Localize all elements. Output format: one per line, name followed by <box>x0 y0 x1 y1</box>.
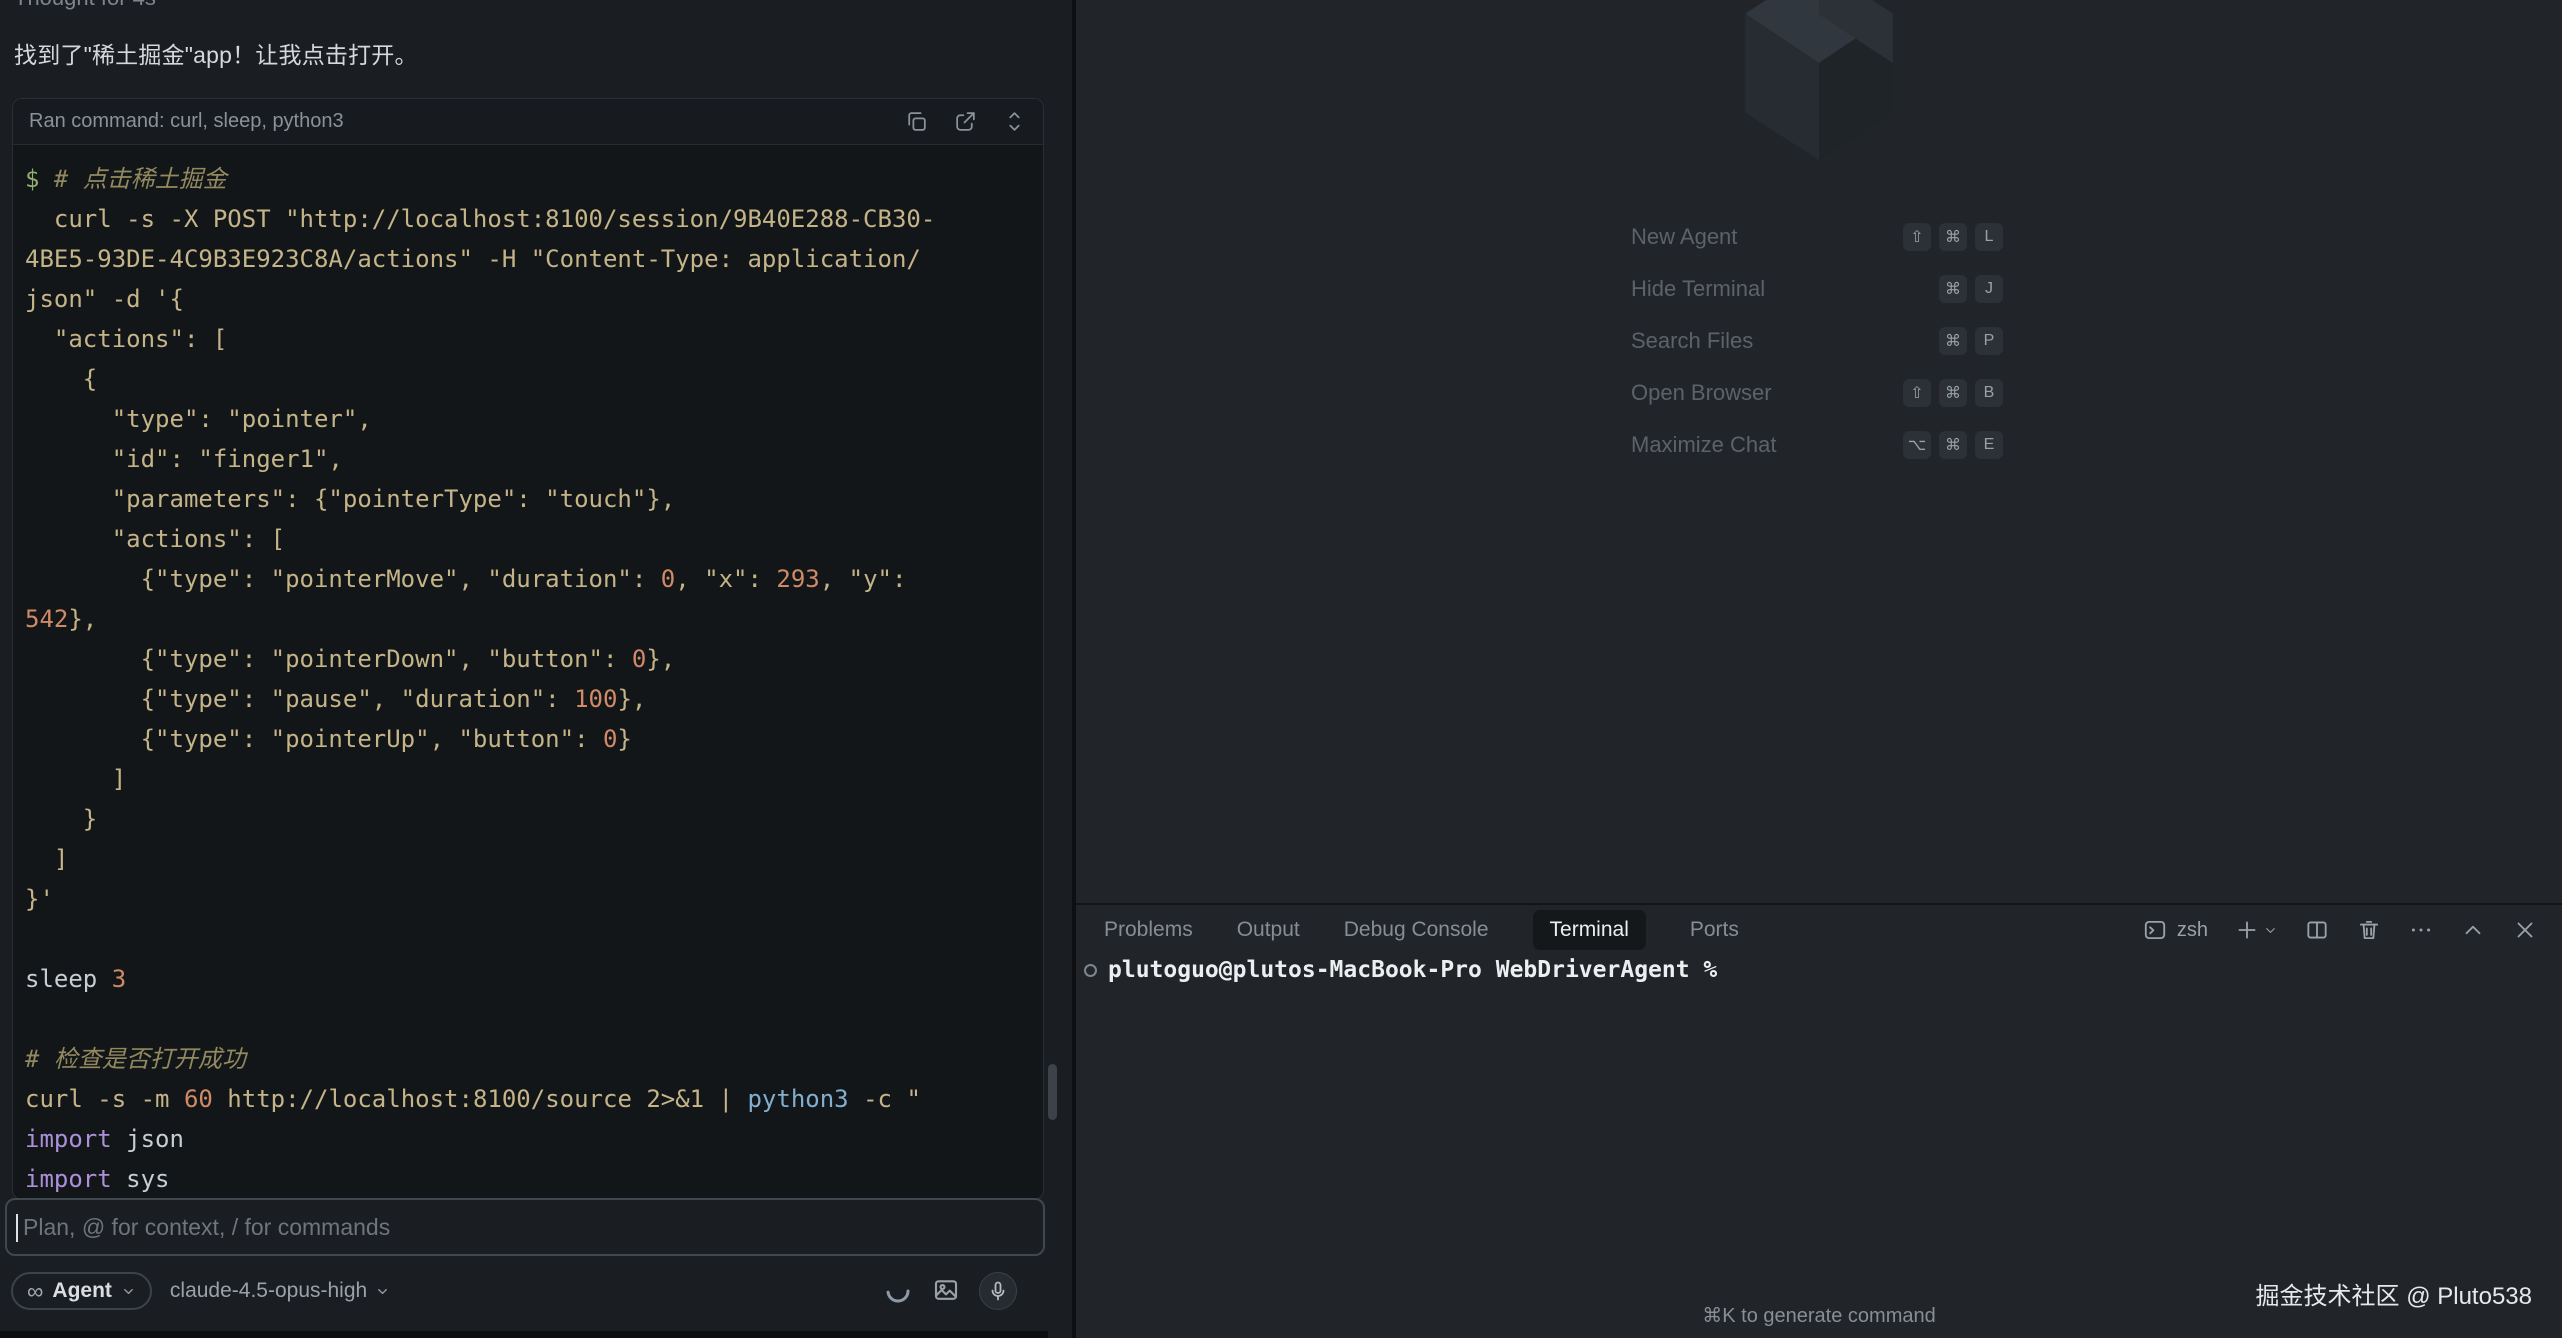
new-terminal-button[interactable] <box>2234 917 2278 943</box>
chat-panel: Thought for 4s 找到了"稀土掘金"app！让我点击打开。 Ran … <box>0 0 1072 1338</box>
terminal-tab-output[interactable]: Output <box>1237 910 1300 950</box>
keycap: ⌘ <box>1939 223 1967 251</box>
terminal-tabbar: Problems Output Debug Console Terminal Ports… <box>1076 905 2562 955</box>
command-code: $ # 点击稀土掘金 curl -s -X POST "http://local… <box>13 145 1043 1199</box>
prompt-status-icon <box>1084 964 1097 977</box>
terminal-icon <box>2142 917 2168 943</box>
chat-scrollbar-thumb[interactable] <box>1048 1064 1057 1120</box>
trash-icon[interactable] <box>2356 917 2382 943</box>
shortcut-new-agent[interactable]: New Agent ⇧ ⌘ L <box>1631 211 2003 263</box>
chevron-down-icon <box>121 1284 136 1299</box>
chat-input-placeholder: Plan, @ for context, / for commands <box>23 1214 390 1241</box>
attach-image-button[interactable] <box>931 1275 961 1308</box>
shortcuts-list: New Agent ⇧ ⌘ L Hide Terminal ⌘ J Search Files ⌘… <box>1631 211 2003 471</box>
close-panel-icon[interactable] <box>2512 917 2538 943</box>
keycap: ⌘ <box>1939 275 1967 303</box>
panel-bottom-strip <box>0 1331 1048 1338</box>
keycap: ⇧ <box>1903 223 1931 251</box>
agent-mode-label: Agent <box>52 1279 112 1303</box>
assistant-message: 找到了"稀土掘金"app！让我点击打开。 <box>14 36 418 70</box>
shortcut-label: New Agent <box>1631 224 1737 250</box>
terminal-prompt-line: plutoguo@plutos-MacBook-Pro WebDriverAge… <box>1084 957 1717 983</box>
shell-name: zsh <box>2177 919 2208 942</box>
terminal-tab-terminal[interactable]: Terminal <box>1533 910 1646 950</box>
shortcut-label: Maximize Chat <box>1631 432 1776 458</box>
thought-summary[interactable]: Thought for 4s <box>14 0 156 11</box>
command-block: Ran command: curl, sleep, python3 $ # 点击… <box>12 98 1044 1200</box>
keycap: B <box>1975 379 2003 407</box>
chat-toolbar: ∞ Agent claude-4.5-opus-high <box>5 1268 1045 1314</box>
text-caret <box>16 1214 18 1242</box>
keycap: P <box>1975 327 2003 355</box>
open-in-editor-icon[interactable] <box>953 109 978 134</box>
shortcut-label: Search Files <box>1631 328 1753 354</box>
cursor-logo <box>1733 0 1905 160</box>
terminal-prompt: plutoguo@plutos-MacBook-Pro WebDriverAge… <box>1108 957 1717 983</box>
more-actions-icon[interactable] <box>2408 917 2434 943</box>
terminal-actions: zsh <box>2142 905 2538 955</box>
shortcut-label: Open Browser <box>1631 380 1772 406</box>
shortcut-open-browser[interactable]: Open Browser ⇧ ⌘ B <box>1631 367 2003 419</box>
maximize-panel-icon[interactable] <box>2460 917 2486 943</box>
shortcut-hide-terminal[interactable]: Hide Terminal ⌘ J <box>1631 263 2003 315</box>
image-icon <box>931 1275 961 1305</box>
keycap: ⌘ <box>1939 431 1967 459</box>
terminal-tab-debug-console[interactable]: Debug Console <box>1344 910 1489 950</box>
terminal-panel: Problems Output Debug Console Terminal Ports… <box>1076 903 2562 1338</box>
terminal-tab-problems[interactable]: Problems <box>1104 910 1193 950</box>
shortcut-label: Hide Terminal <box>1631 276 1765 302</box>
keycap: L <box>1975 223 2003 251</box>
microphone-icon <box>986 1279 1010 1303</box>
unfold-icon[interactable] <box>1002 109 1027 134</box>
app-window: Thought for 4s 找到了"稀土掘金"app！让我点击打开。 Ran … <box>0 0 2562 1338</box>
watermark-text: 掘金技术社区 @ Pluto538 <box>2256 1276 2532 1311</box>
shortcut-search-files[interactable]: Search Files ⌘ P <box>1631 315 2003 367</box>
keycap: J <box>1975 275 2003 303</box>
chat-input[interactable]: Plan, @ for context, / for commands <box>5 1198 1045 1256</box>
keycap: ⌘ <box>1939 379 1967 407</box>
editor-area: New Agent ⇧ ⌘ L Hide Terminal ⌘ J Search Files ⌘… <box>1076 0 2562 1338</box>
chevron-down-icon <box>2263 923 2278 938</box>
voice-input-button[interactable] <box>979 1272 1017 1310</box>
keycap: ⇧ <box>1903 379 1931 407</box>
plus-icon <box>2234 917 2260 943</box>
generating-spinner-icon <box>883 1276 913 1306</box>
terminal-tabs: Problems Output Debug Console Terminal Ports <box>1104 910 1739 950</box>
split-terminal-icon[interactable] <box>2304 917 2330 943</box>
chevron-down-icon <box>375 1284 390 1299</box>
command-block-title: Ran command: curl, sleep, python3 <box>29 110 904 133</box>
keycap: ⌥ <box>1903 431 1931 459</box>
command-block-header: Ran command: curl, sleep, python3 <box>13 99 1043 145</box>
model-name: claude-4.5-opus-high <box>170 1279 367 1303</box>
shortcut-maximize-chat[interactable]: Maximize Chat ⌥ ⌘ E <box>1631 419 2003 471</box>
shell-session-button[interactable]: zsh <box>2142 917 2208 943</box>
keycap: E <box>1975 431 2003 459</box>
agent-mode-button[interactable]: ∞ Agent <box>11 1272 152 1310</box>
model-selector[interactable]: claude-4.5-opus-high <box>170 1279 390 1303</box>
infinity-icon: ∞ <box>27 1280 43 1303</box>
copy-icon[interactable] <box>904 109 929 134</box>
keycap: ⌘ <box>1939 327 1967 355</box>
terminal-tab-ports[interactable]: Ports <box>1690 910 1739 950</box>
